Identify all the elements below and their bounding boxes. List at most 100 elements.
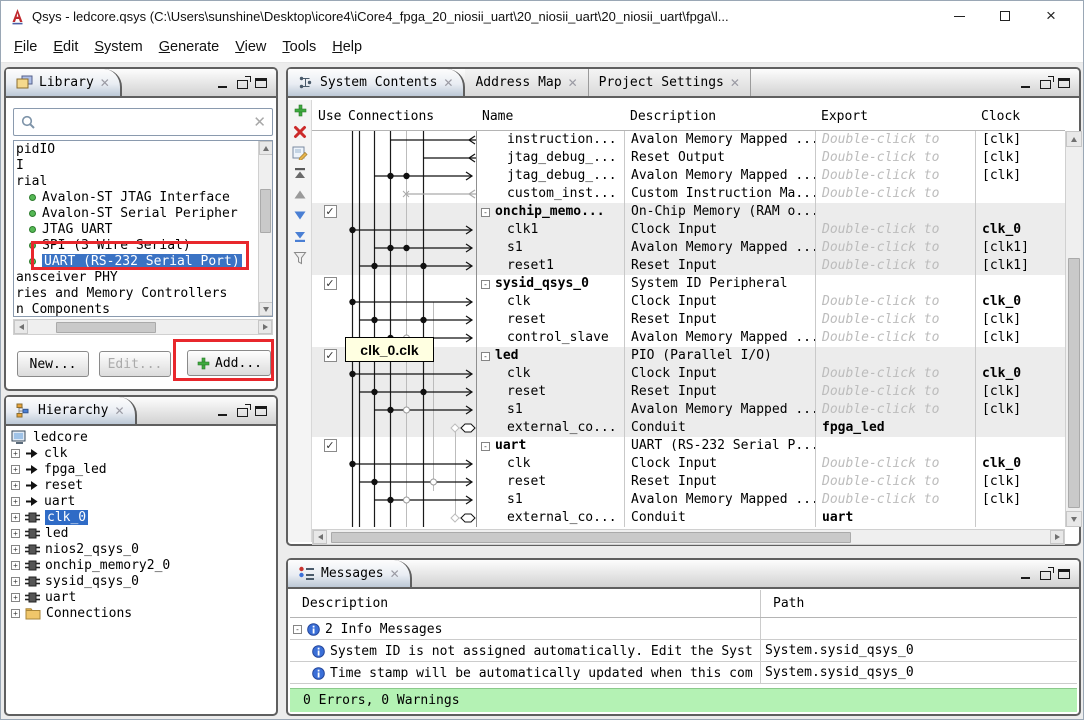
collapse-minus-icon[interactable]: - xyxy=(481,352,490,361)
menu-view[interactable]: View xyxy=(227,39,274,55)
table-row[interactable]: clkClock InputDouble-click toclk_0 xyxy=(312,293,1065,311)
export-cell[interactable] xyxy=(815,203,975,221)
clock-cell[interactable]: [clk] xyxy=(975,473,1065,491)
messages-group-row[interactable]: -2 Info Messages xyxy=(290,618,1077,640)
move-bottom-icon[interactable] xyxy=(288,226,312,247)
clock-cell[interactable] xyxy=(975,275,1065,293)
minimize-panel-icon[interactable] xyxy=(1020,77,1033,88)
table-row[interactable]: s1Avalon Memory Mapped ...Double-click t… xyxy=(312,401,1065,419)
export-cell[interactable] xyxy=(815,437,975,455)
library-item[interactable]: ansceiver PHY xyxy=(14,269,258,285)
export-cell[interactable]: Double-click to xyxy=(815,365,975,383)
close-icon[interactable]: ✕ xyxy=(114,404,124,418)
connections-cell[interactable] xyxy=(342,473,476,491)
table-row[interactable]: s1Avalon Memory Mapped ...Double-click t… xyxy=(312,491,1065,509)
name-cell[interactable]: jtag_debug_... xyxy=(476,167,624,185)
name-cell[interactable]: -sysid_qsys_0 xyxy=(476,275,624,293)
maximize-panel-icon[interactable] xyxy=(255,78,267,88)
name-cell[interactable]: s1 xyxy=(476,401,624,419)
connections-cell[interactable] xyxy=(342,491,476,509)
hierarchy-item-sysid_qsys_0[interactable]: +sysid_qsys_0 xyxy=(8,573,274,589)
table-row[interactable]: jtag_debug_...Avalon Memory Mapped ...Do… xyxy=(312,167,1065,185)
name-cell[interactable]: clk xyxy=(476,365,624,383)
expand-plus-icon[interactable]: + xyxy=(11,577,20,586)
expand-plus-icon[interactable]: + xyxy=(11,545,20,554)
close-icon[interactable]: ✕ xyxy=(730,76,740,90)
edit-button[interactable]: Edit... xyxy=(99,351,171,377)
collapse-minus-icon[interactable]: - xyxy=(293,625,302,634)
export-cell[interactable]: Double-click to xyxy=(815,131,975,149)
clock-cell[interactable]: [clk1] xyxy=(975,257,1065,275)
hierarchy-item-connections[interactable]: +Connections xyxy=(8,605,274,621)
scroll-thumb[interactable] xyxy=(260,189,271,233)
scroll-thumb[interactable] xyxy=(1068,258,1080,508)
collapse-minus-icon[interactable]: - xyxy=(481,280,490,289)
close-icon[interactable]: ✕ xyxy=(390,567,400,581)
library-item[interactable]: Avalon-ST Serial Peripher xyxy=(14,205,258,221)
tab-project-settings[interactable]: Project Settings✕ xyxy=(589,69,751,96)
name-cell[interactable]: -uart xyxy=(476,437,624,455)
move-down-icon[interactable] xyxy=(288,205,312,226)
connections-cell[interactable] xyxy=(342,149,476,167)
table-row[interactable]: custom_inst...Custom Instruction Ma...Do… xyxy=(312,185,1065,203)
table-row[interactable]: clkClock InputDouble-click toclk_0 xyxy=(312,455,1065,473)
export-cell[interactable]: Double-click to xyxy=(815,167,975,185)
hierarchy-item-reset[interactable]: +reset xyxy=(8,477,274,493)
connections-cell[interactable] xyxy=(342,239,476,257)
export-cell[interactable]: Double-click to xyxy=(815,221,975,239)
name-cell[interactable]: s1 xyxy=(476,491,624,509)
message-row[interactable]: Time stamp will be automatically updated… xyxy=(290,662,1077,684)
library-item[interactable]: Avalon-ST JTAG Interface xyxy=(14,189,258,205)
scroll-thumb[interactable] xyxy=(331,532,851,543)
tab-library[interactable]: Library ✕ xyxy=(6,69,122,96)
export-cell[interactable]: Double-click to xyxy=(815,149,975,167)
connections-cell[interactable] xyxy=(342,203,476,221)
float-panel-icon[interactable] xyxy=(237,80,248,89)
scroll-left-icon[interactable] xyxy=(14,320,28,334)
clock-cell[interactable]: [clk] xyxy=(975,401,1065,419)
export-cell[interactable]: Double-click to xyxy=(815,401,975,419)
tab-system-contents[interactable]: System Contents✕ xyxy=(288,69,465,96)
name-cell[interactable]: jtag_debug_... xyxy=(476,149,624,167)
library-item[interactable]: pidIO xyxy=(14,141,258,157)
tab-hierarchy[interactable]: Hierarchy ✕ xyxy=(6,397,137,424)
hierarchy-item-nios2_qsys_0[interactable]: +nios2_qsys_0 xyxy=(8,541,274,557)
table-row[interactable]: resetReset InputDouble-click to[clk] xyxy=(312,311,1065,329)
export-cell[interactable]: Double-click to xyxy=(815,185,975,203)
message-row[interactable]: System ID is not assigned automatically.… xyxy=(290,640,1077,662)
library-item[interactable]: ries and Memory Controllers xyxy=(14,285,258,301)
clock-cell[interactable]: clk_0 xyxy=(975,221,1065,239)
close-icon[interactable]: ✕ xyxy=(100,76,110,90)
table-row[interactable]: resetReset InputDouble-click to[clk] xyxy=(312,383,1065,401)
scroll-down-icon[interactable] xyxy=(1066,511,1082,527)
add-icon[interactable] xyxy=(288,100,312,121)
library-list-hscrollbar[interactable] xyxy=(13,319,273,335)
maximize-panel-icon[interactable] xyxy=(1058,78,1070,88)
name-cell[interactable]: external_co... xyxy=(476,509,624,527)
clock-cell[interactable]: [clk] xyxy=(975,329,1065,347)
clear-search-icon[interactable]: ✕ xyxy=(253,113,266,131)
name-cell[interactable]: clk xyxy=(476,455,624,473)
hierarchy-item-clk_0[interactable]: +clk_0 xyxy=(8,509,274,525)
scroll-down-icon[interactable] xyxy=(259,302,273,316)
clock-cell[interactable] xyxy=(975,347,1065,365)
minimize-panel-icon[interactable] xyxy=(217,77,230,88)
table-hscrollbar[interactable] xyxy=(312,529,1065,545)
table-row[interactable]: clk1Clock InputDouble-click toclk_0 xyxy=(312,221,1065,239)
minimize-panel-icon[interactable] xyxy=(1020,568,1033,579)
table-row[interactable]: external_co...Conduituart xyxy=(312,509,1065,527)
export-cell[interactable]: Double-click to xyxy=(815,455,975,473)
export-cell[interactable]: Double-click to xyxy=(815,491,975,509)
clock-cell[interactable]: clk_0 xyxy=(975,365,1065,383)
connections-cell[interactable] xyxy=(342,365,476,383)
table-row[interactable]: clkClock InputDouble-click toclk_0 xyxy=(312,365,1065,383)
name-cell[interactable]: reset xyxy=(476,383,624,401)
use-checkbox[interactable]: ✓ xyxy=(324,205,337,218)
library-item[interactable]: I xyxy=(14,157,258,173)
export-cell[interactable]: Double-click to xyxy=(815,257,975,275)
connections-cell[interactable] xyxy=(342,185,476,203)
expand-plus-icon[interactable]: + xyxy=(11,593,20,602)
hierarchy-item-ledcore[interactable]: ledcore xyxy=(8,429,274,445)
connections-cell[interactable] xyxy=(342,293,476,311)
table-row[interactable]: resetReset InputDouble-click to[clk] xyxy=(312,473,1065,491)
